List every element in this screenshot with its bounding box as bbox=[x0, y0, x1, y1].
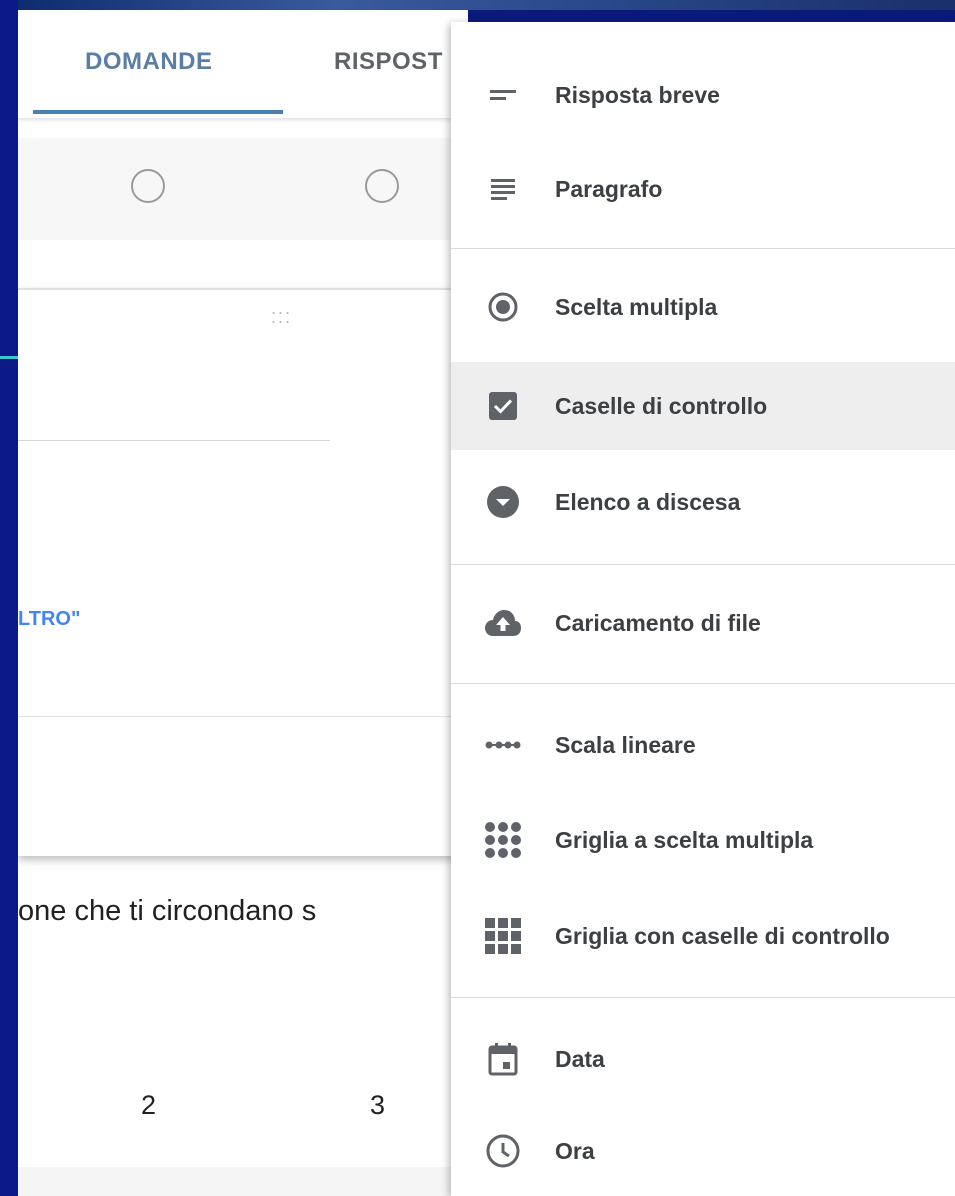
radio-button-icon bbox=[483, 287, 523, 327]
cloud-upload-icon bbox=[483, 603, 523, 643]
card-divider bbox=[18, 716, 468, 717]
form-tabs: DOMANDE RISPOST bbox=[18, 10, 468, 118]
menu-item-label: Data bbox=[555, 1045, 605, 1072]
menu-item-label: Ora bbox=[555, 1137, 595, 1164]
menu-item-label: Caricamento di file bbox=[555, 609, 761, 636]
short-text-icon bbox=[483, 75, 523, 115]
form-editor-page: DOMANDE RISPOST ··· ··· LTRO" one che ti … bbox=[18, 10, 468, 1196]
menu-divider bbox=[451, 683, 955, 684]
clock-icon bbox=[483, 1131, 523, 1171]
menu-item-file-upload[interactable]: Caricamento di file bbox=[451, 588, 955, 658]
menu-item-label: Caselle di controllo bbox=[555, 392, 768, 419]
menu-item-dropdown[interactable]: Elenco a discesa bbox=[451, 467, 955, 537]
question-title-underline bbox=[18, 440, 330, 441]
scale-label: 2 bbox=[141, 1090, 157, 1120]
grid-row bbox=[18, 1167, 468, 1196]
multiple-choice-grid-icon bbox=[483, 820, 523, 860]
menu-item-date[interactable]: Data bbox=[451, 1024, 955, 1094]
menu-divider bbox=[451, 997, 955, 998]
linear-scale-icon bbox=[483, 725, 523, 765]
drag-handle-icon[interactable]: ··· ··· bbox=[261, 303, 301, 330]
paragraph-icon bbox=[483, 169, 523, 209]
scale-preview-row bbox=[18, 138, 468, 240]
menu-item-time[interactable]: Ora bbox=[451, 1116, 955, 1186]
menu-item-linear-scale[interactable]: Scala lineare bbox=[451, 710, 955, 780]
tab-questions[interactable]: DOMANDE bbox=[85, 48, 213, 76]
menu-item-multiple-choice-grid[interactable]: Griglia a scelta multipla bbox=[451, 804, 955, 876]
menu-item-short-answer[interactable]: Risposta breve bbox=[451, 60, 955, 130]
top-banner-strip bbox=[0, 0, 955, 10]
menu-item-checkboxes[interactable]: Caselle di controllo bbox=[451, 362, 955, 450]
question-text: one che ti circondano s bbox=[18, 895, 317, 927]
radio-option[interactable] bbox=[365, 169, 399, 203]
menu-divider bbox=[451, 248, 955, 249]
menu-item-label: Paragrafo bbox=[555, 175, 663, 202]
menu-item-paragraph[interactable]: Paragrafo bbox=[451, 154, 955, 224]
checkbox-icon bbox=[483, 386, 523, 426]
menu-item-label: Elenco a discesa bbox=[555, 488, 741, 515]
menu-item-multiple-choice[interactable]: Scelta multipla bbox=[451, 272, 955, 342]
menu-item-label: Scala lineare bbox=[555, 731, 696, 758]
question-card: ··· ··· LTRO" bbox=[18, 288, 468, 856]
add-other-option-link[interactable]: LTRO" bbox=[18, 608, 80, 631]
menu-divider bbox=[451, 564, 955, 565]
tab-responses[interactable]: RISPOST bbox=[334, 48, 443, 76]
slide-left-bar bbox=[0, 0, 18, 1196]
scale-label: 3 bbox=[370, 1090, 386, 1120]
dropdown-icon bbox=[483, 482, 523, 522]
menu-item-label: Griglia a scelta multipla bbox=[555, 826, 814, 853]
menu-item-checkbox-grid[interactable]: Griglia con caselle di controllo bbox=[451, 900, 955, 972]
menu-item-label: Griglia con caselle di controllo bbox=[555, 922, 890, 949]
radio-option[interactable] bbox=[131, 169, 165, 203]
menu-item-label: Risposta breve bbox=[555, 81, 720, 108]
checkbox-grid-icon bbox=[483, 916, 523, 956]
calendar-icon bbox=[483, 1039, 523, 1079]
active-tab-indicator bbox=[33, 110, 283, 114]
question-type-menu: Risposta breve Paragrafo Scelta multipla… bbox=[451, 22, 955, 1196]
menu-item-label: Scelta multipla bbox=[555, 293, 718, 320]
